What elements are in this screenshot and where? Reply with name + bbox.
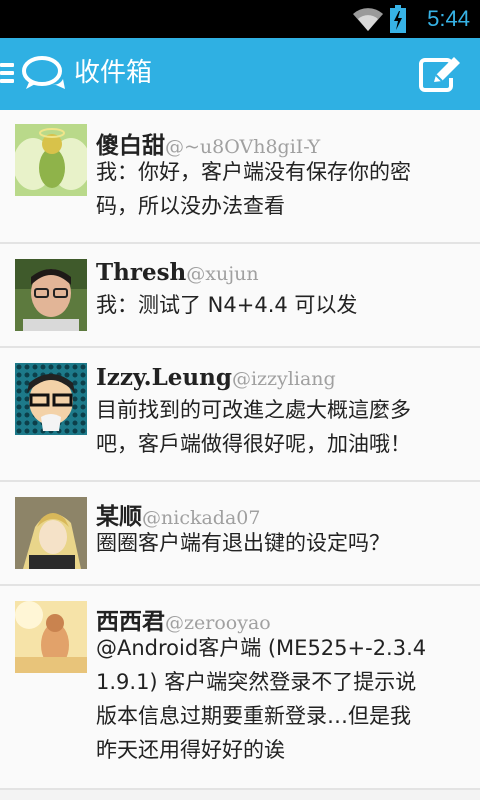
message-line: @Android客户端 (ME525+-2.3.4: [96, 636, 427, 660]
avatar[interactable]: [15, 363, 87, 435]
message-text: 圈圈客户端有退出键的设定吗？: [96, 526, 466, 560]
status-bar: 5:44: [0, 0, 480, 38]
message-line: 我：你好，客户端没有保存你的密: [96, 160, 411, 184]
message-line: 1.9.1) 客户端突然登录不了提示说: [96, 670, 417, 694]
battery-charging-icon: [390, 5, 406, 33]
message-line: 昨天还用得好好的诶: [96, 738, 285, 762]
page-title: 收件箱: [74, 58, 153, 88]
message-line: 我：测试了 N4+4.4 可以发: [96, 293, 358, 317]
message-item[interactable]: 西西君@zerooyao @Android客户端 (ME525+-2.3.4 1…: [0, 586, 480, 790]
message-item[interactable]: 某顺@nickada07 圈圈客户端有退出键的设定吗？: [0, 482, 480, 586]
message-line: 码，所以没办法查看: [96, 194, 285, 218]
sender-name: Izzy.Leung: [96, 364, 232, 391]
sender-handle: @izzyliang: [231, 368, 336, 390]
wifi-icon: [353, 8, 383, 32]
message-line: 版本信息过期要重新登录…但是我: [96, 704, 411, 728]
compose-icon[interactable]: [418, 52, 462, 96]
message-item[interactable]: Thresh@xujun 我：测试了 N4+4.4 可以发: [0, 244, 480, 348]
message-item[interactable]: 傻白甜@~u8OVh8giI-Y 我：你好，客户端没有保存你的密 码，所以没办法…: [0, 110, 480, 244]
chat-bubbles-icon[interactable]: [22, 55, 66, 93]
avatar[interactable]: [15, 259, 87, 331]
avatar[interactable]: [15, 124, 87, 196]
avatar[interactable]: [15, 497, 87, 569]
message-line: 吧，客戶端做得很好呢，加油哦！: [96, 432, 411, 456]
message-text: 我：测试了 N4+4.4 可以发: [96, 288, 466, 322]
avatar[interactable]: [15, 601, 87, 673]
status-time: 5:44: [427, 6, 470, 31]
sender-handle: @xujun: [186, 263, 259, 285]
menu-icon[interactable]: [0, 63, 14, 85]
message-line: 目前找到的可改進之處大概這麼多: [96, 398, 411, 422]
message-text: @Android客户端 (ME525+-2.3.4 1.9.1) 客户端突然登录…: [96, 631, 466, 767]
app-bar: 收件箱: [0, 38, 480, 110]
message-list: 傻白甜@~u8OVh8giI-Y 我：你好，客户端没有保存你的密 码，所以没办法…: [0, 110, 480, 790]
message-text: 我：你好，客户端没有保存你的密 码，所以没办法查看: [96, 155, 466, 223]
message-line: 圈圈客户端有退出键的设定吗？: [96, 531, 390, 555]
message-text: 目前找到的可改進之處大概這麼多 吧，客戶端做得很好呢，加油哦！: [96, 393, 466, 461]
sender-name: Thresh: [96, 259, 187, 286]
message-item[interactable]: Izzy.Leung@izzyliang 目前找到的可改進之處大概這麼多 吧，客…: [0, 348, 480, 482]
